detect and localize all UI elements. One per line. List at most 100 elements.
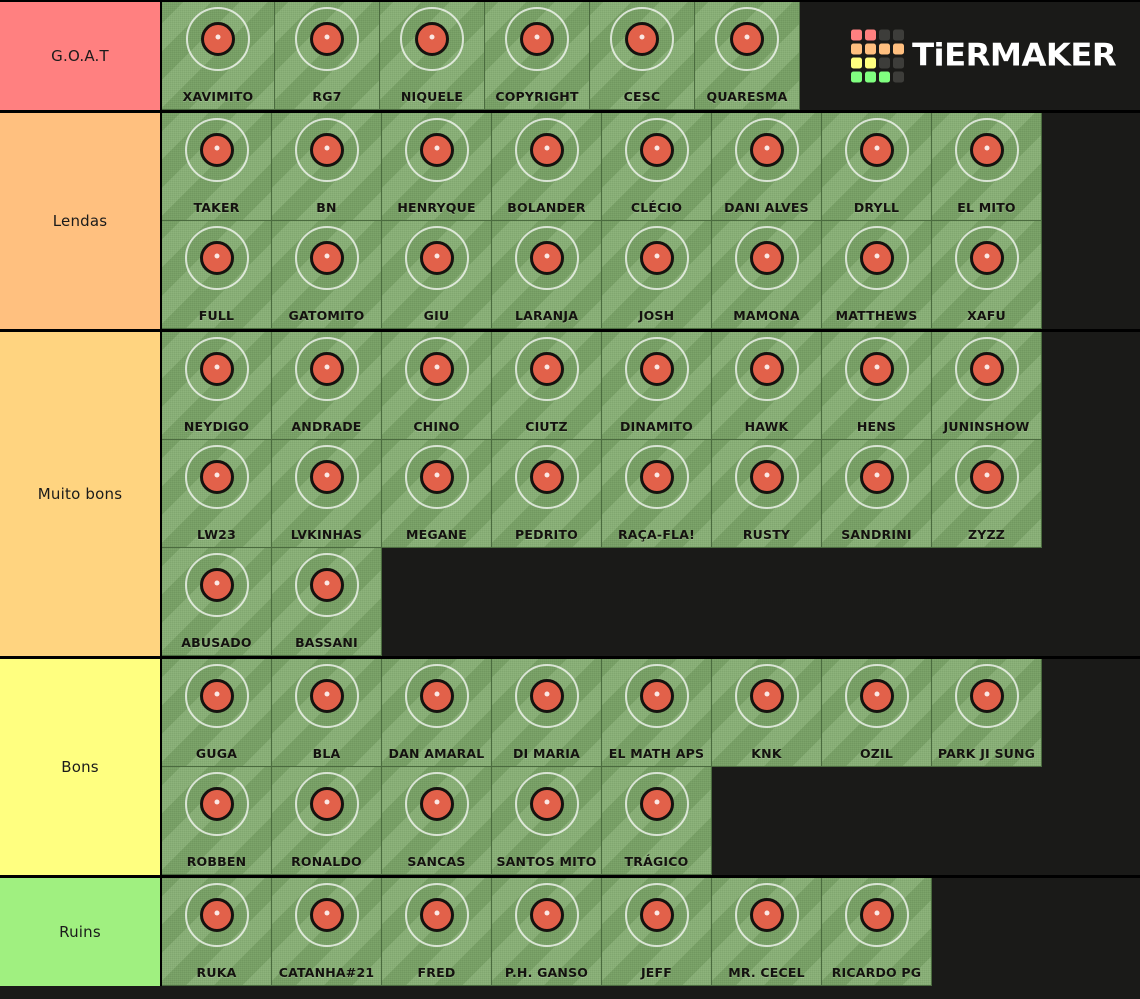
empty-drop-area[interactable]: TiERMAKER (800, 2, 1140, 110)
tier-card[interactable]: DANI ALVES (712, 113, 822, 221)
tier-card[interactable]: LVKINHAS (272, 440, 382, 548)
empty-drop-area[interactable] (932, 878, 1140, 986)
tier-card[interactable]: P.H. GANSO (492, 878, 602, 986)
tier-card[interactable]: DAN AMARAL (382, 659, 492, 767)
logo-grid-square (878, 71, 890, 83)
ball-icon (969, 241, 1004, 275)
tier-label-muito-bons[interactable]: Muito bons (0, 332, 162, 656)
tier-card[interactable]: BASSANI (272, 548, 382, 656)
empty-drop-area[interactable] (1042, 440, 1140, 548)
tier-card[interactable]: ANDRADE (272, 332, 382, 440)
tier-card[interactable]: PEDRITO (492, 440, 602, 548)
tier-card[interactable]: RICARDO PG (822, 878, 932, 986)
tier-card[interactable]: MEGANE (382, 440, 492, 548)
tier-card[interactable]: ZYZZ (932, 440, 1042, 548)
tier-card[interactable]: JOSH (602, 221, 712, 329)
tier-card[interactable]: SANCAS (382, 767, 492, 875)
tier-card[interactable]: DINAMITO (602, 332, 712, 440)
tier-card[interactable]: NIQUELE (380, 2, 485, 110)
tier-card[interactable]: DI MARIA (492, 659, 602, 767)
tier-card[interactable]: XAFU (932, 221, 1042, 329)
tier-label-ruins[interactable]: Ruins (0, 878, 162, 986)
tier-card[interactable]: RUSTY (712, 440, 822, 548)
tier-card[interactable]: LW23 (162, 440, 272, 548)
empty-drop-area[interactable] (1042, 221, 1140, 329)
tier-card-area[interactable]: NEYDIGO ANDRADE CHINO CIUTZ DINAMITO HAWK HENS… (162, 332, 1140, 656)
logo-grid-square (850, 29, 862, 41)
empty-drop-area[interactable] (1042, 659, 1140, 767)
tier-card-label: NEYDIGO (183, 418, 250, 434)
tier-card[interactable]: HAWK (712, 332, 822, 440)
tier-card[interactable]: OZIL (822, 659, 932, 767)
tier-card[interactable]: RUKA (162, 878, 272, 986)
tier-card[interactable]: QUARESMA (695, 2, 800, 110)
ball-icon (199, 898, 234, 932)
tier-card[interactable]: EL MITO (932, 113, 1042, 221)
tier-label-g-o-a-t[interactable]: G.O.A.T (0, 2, 162, 110)
tier-card[interactable]: RONALDO (272, 767, 382, 875)
tier-card[interactable]: ABUSADO (162, 548, 272, 656)
logo-grid-square (878, 43, 890, 55)
empty-drop-area[interactable] (1042, 113, 1140, 221)
tiermaker-logo: TiERMAKER (850, 29, 1116, 83)
tier-card[interactable]: FRED (382, 878, 492, 986)
tier-card-line: XAVIMITO RG7 NIQUELE COPYRIGHT CESC QUARESMA T… (162, 2, 1140, 110)
tier-card[interactable]: CESC (590, 2, 695, 110)
tier-card-area[interactable]: GUGA BLA DAN AMARAL DI MARIA EL MATH APS KNK O… (162, 659, 1140, 875)
tier-card-area[interactable]: TAKER BN HENRYQUE BOLANDER CLÉCIO DANI ALVES D… (162, 113, 1140, 329)
tier-card[interactable]: PARK JI SUNG (932, 659, 1042, 767)
tier-card[interactable]: KNK (712, 659, 822, 767)
ball-icon (749, 133, 784, 167)
tier-card-label: XAFU (967, 307, 1006, 323)
tier-card-area[interactable]: XAVIMITO RG7 NIQUELE COPYRIGHT CESC QUARESMA T… (162, 2, 1140, 110)
tier-card[interactable]: HENRYQUE (382, 113, 492, 221)
tier-card[interactable]: TAKER (162, 113, 272, 221)
empty-drop-area[interactable] (382, 548, 1140, 656)
tier-card[interactable]: XAVIMITO (162, 2, 275, 110)
tier-card-area[interactable]: RUKA CATANHA#21 FRED P.H. GANSO JEFF MR. CECE… (162, 878, 1140, 986)
tier-card[interactable]: RAÇA-FLA! (602, 440, 712, 548)
tier-card[interactable]: FULL (162, 221, 272, 329)
tier-card[interactable]: GUGA (162, 659, 272, 767)
tier-card[interactable]: SANTOS MITO (492, 767, 602, 875)
tier-card[interactable]: CATANHA#21 (272, 878, 382, 986)
tier-card-label: EL MITO (957, 199, 1016, 215)
tier-card[interactable]: TRÁGICO (602, 767, 712, 875)
tier-card[interactable]: BLA (272, 659, 382, 767)
tier-card[interactable]: MR. CECEL (712, 878, 822, 986)
tier-card-line: ABUSADO BASSANI (162, 548, 1140, 656)
tier-card[interactable]: NEYDIGO (162, 332, 272, 440)
tier-card[interactable]: GIU (382, 221, 492, 329)
tier-card-label: RG7 (312, 88, 342, 104)
tier-card[interactable]: MAMONA (712, 221, 822, 329)
tier-card[interactable]: BN (272, 113, 382, 221)
ball-icon (639, 679, 674, 713)
tier-card[interactable]: LARANJA (492, 221, 602, 329)
tier-card-label: GIU (423, 307, 450, 323)
tier-card-label: BASSANI (295, 634, 358, 650)
empty-drop-area[interactable] (712, 767, 1140, 875)
tier-card[interactable]: EL MATH APS (602, 659, 712, 767)
tier-row: Lendas TAKER BN HENRYQUE BOLANDER CLÉCIO DANI … (0, 113, 1140, 332)
tier-card[interactable]: COPYRIGHT (485, 2, 590, 110)
tier-card[interactable]: ROBBEN (162, 767, 272, 875)
tier-label-lendas[interactable]: Lendas (0, 113, 162, 329)
tier-card[interactable]: CLÉCIO (602, 113, 712, 221)
tier-card[interactable]: CHINO (382, 332, 492, 440)
empty-drop-area[interactable] (1042, 332, 1140, 440)
tier-card[interactable]: SANDRINI (822, 440, 932, 548)
tier-card[interactable]: BOLANDER (492, 113, 602, 221)
tier-card[interactable]: JEFF (602, 878, 712, 986)
tier-card[interactable]: RG7 (275, 2, 380, 110)
tier-card-label: RICARDO PG (831, 964, 922, 980)
tier-card[interactable]: GATOMITO (272, 221, 382, 329)
tier-card[interactable]: DRYLL (822, 113, 932, 221)
ball-icon (419, 241, 454, 275)
tier-card[interactable]: MATTHEWS (822, 221, 932, 329)
tier-card-label: QUARESMA (706, 88, 788, 104)
tier-card[interactable]: CIUTZ (492, 332, 602, 440)
tier-card[interactable]: JUNINSHOW (932, 332, 1042, 440)
tier-card[interactable]: HENS (822, 332, 932, 440)
tier-label-bons[interactable]: Bons (0, 659, 162, 875)
tier-card-label: DAN AMARAL (388, 745, 485, 761)
